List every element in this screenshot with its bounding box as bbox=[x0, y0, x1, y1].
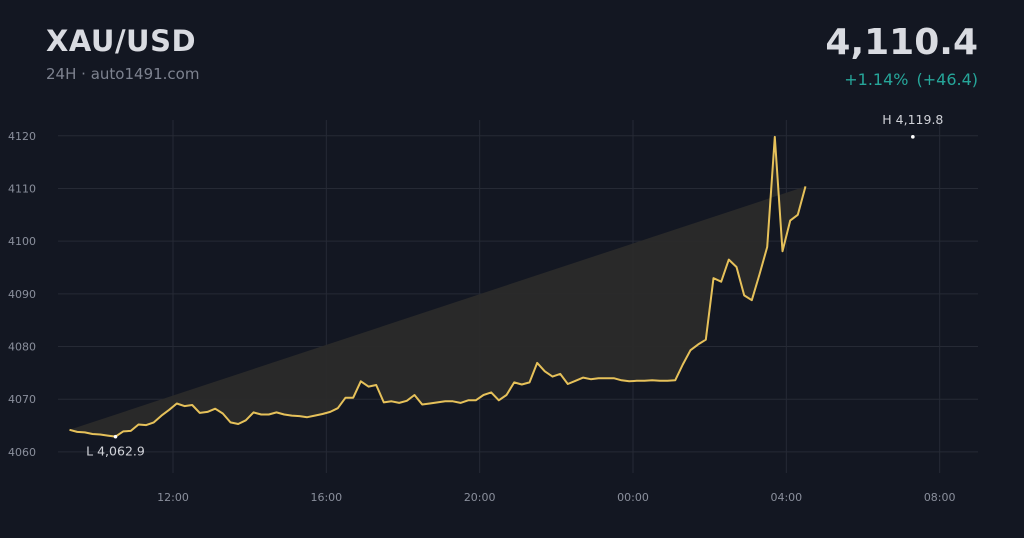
y-axis: 4060 4070 4080 4090 4100 4110 4120 bbox=[8, 130, 36, 459]
x-tick-label: 16:00 bbox=[310, 491, 342, 504]
y-tick-label: 4060 bbox=[8, 446, 36, 459]
y-tick-label: 4110 bbox=[8, 182, 36, 195]
chart-page: XAU/USD 24H · auto1491.com 4,110.4 +1.14… bbox=[0, 0, 1024, 538]
y-tick-label: 4120 bbox=[8, 130, 36, 143]
y-tick-label: 4070 bbox=[8, 393, 36, 406]
x-axis: 12:00 16:00 20:00 00:00 04:00 08:00 bbox=[157, 491, 955, 504]
y-tick-label: 4080 bbox=[8, 341, 36, 354]
low-label: L 4,062.9 bbox=[86, 444, 145, 459]
high-label: H 4,119.8 bbox=[882, 112, 943, 127]
low-marker bbox=[113, 434, 118, 439]
x-tick-label: 12:00 bbox=[157, 491, 189, 504]
high-marker bbox=[911, 135, 915, 139]
x-tick-label: 08:00 bbox=[924, 491, 956, 504]
x-tick-label: 04:00 bbox=[770, 491, 802, 504]
x-tick-label: 20:00 bbox=[464, 491, 496, 504]
y-tick-label: 4100 bbox=[8, 235, 36, 248]
y-tick-label: 4090 bbox=[8, 288, 36, 301]
price-chart: 4060 4070 4080 4090 4100 4110 4120 12:00 16:00 2… bbox=[8, 112, 978, 504]
x-tick-label: 00:00 bbox=[617, 491, 649, 504]
price-area bbox=[69, 136, 806, 437]
